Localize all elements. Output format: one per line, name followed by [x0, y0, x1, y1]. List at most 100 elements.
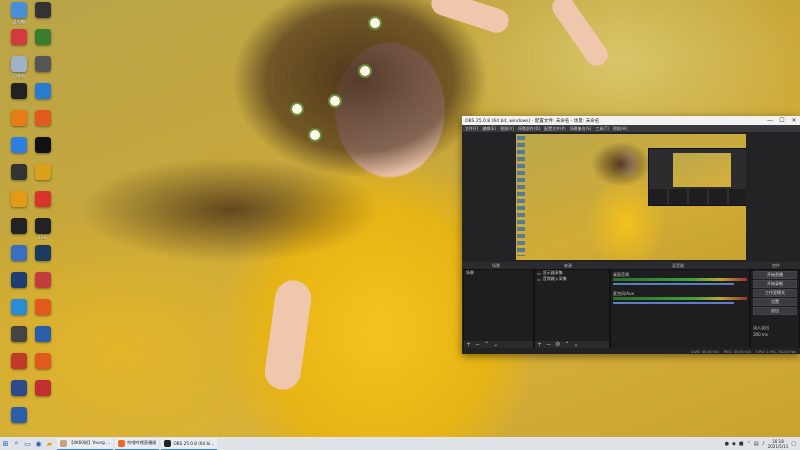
control-button[interactable]: 开始录制 [753, 280, 797, 288]
remove-icon[interactable]: − [546, 341, 551, 348]
desktop-shortcut[interactable] [27, 380, 59, 410]
mixer-list: 桌面音频麦克风/Aux [611, 272, 749, 308]
desktop-shortcut[interactable] [27, 56, 59, 86]
desktop-shortcut[interactable] [27, 137, 59, 167]
tray-app-icon[interactable]: ◆ [732, 441, 736, 447]
obs-titlebar[interactable]: OBS 25.0.8 (64 bit, windows) - 配置文件: 未命名… [462, 116, 800, 125]
desktop-shortcut[interactable] [27, 326, 59, 356]
volume-slider[interactable] [613, 302, 734, 304]
desktop-shortcut[interactable] [27, 83, 59, 113]
volume-meter [613, 297, 747, 300]
task-view-icon[interactable]: ▭ [22, 438, 33, 449]
add-icon[interactable]: + [466, 341, 471, 348]
desktop-shortcut[interactable] [3, 407, 35, 437]
obs-preview-canvas[interactable] [516, 134, 746, 260]
file-explorer-icon[interactable]: ▰ [44, 438, 55, 449]
desktop-shortcut[interactable] [27, 272, 59, 302]
source-item[interactable]: ▭ 音频输入采集 [535, 276, 609, 282]
tray-app-icon[interactable]: ● [725, 441, 729, 447]
obs-statusbar: LIVE: 00:00:00 REC: 00:00:00 CPU: 2.9%, 30… [462, 348, 800, 354]
desktop-shortcut[interactable] [27, 29, 59, 59]
minimize-button[interactable]: — [764, 117, 776, 124]
volume-icon[interactable]: ♪ [762, 441, 765, 447]
transition-duration-row[interactable]: 300 ms [751, 331, 799, 337]
taskbar-app-button[interactable]: 【4K60帧】Young ... [57, 437, 114, 450]
desktop-shortcut[interactable]: EPIC [27, 218, 59, 248]
add-icon[interactable]: + [537, 341, 542, 348]
nested-obs-window [648, 148, 746, 206]
tray-app-icon[interactable]: ■ [739, 441, 744, 447]
desktop-shortcut[interactable] [27, 164, 59, 194]
desktop-shortcut[interactable] [27, 353, 59, 383]
mixer-track: 麦克风/Aux [613, 291, 747, 308]
source-label: 音频输入采集 [542, 276, 567, 281]
close-button[interactable]: ✕ [788, 117, 800, 124]
system-tray: ● ◆ ■ ⌃ ▤ ♪ 16:18 2021/5/11 ▢ [725, 439, 800, 449]
remove-icon[interactable]: − [475, 341, 480, 348]
gear-icon[interactable]: ⚙ [555, 341, 560, 348]
app-icon [11, 353, 27, 369]
control-button[interactable]: 退出 [753, 307, 797, 315]
arrow-up-icon[interactable]: ⌃ [484, 341, 489, 348]
scenes-dock: 场景 + − ⌃ ⌄ [463, 269, 534, 349]
menu-item[interactable]: 场景集合(S) [570, 126, 592, 132]
app-icon [35, 29, 51, 45]
scene-item[interactable]: 场景 [464, 270, 533, 276]
menu-item[interactable]: 文件(F) [465, 126, 478, 132]
taskbar-app-button[interactable]: OBS 25.0.8 (64 bi... [161, 437, 218, 450]
transition-type[interactable]: 淡入淡出 [753, 325, 769, 331]
taskbar-clock[interactable]: 16:18 2021/5/11 [768, 439, 789, 449]
mixer-track-name: 桌面音频 [613, 272, 629, 277]
sources-list: ▭ 显示器采集 ▭ 音频输入采集 [535, 270, 609, 282]
menu-item[interactable]: 视图(V) [500, 126, 514, 132]
nested-obs-preview [673, 153, 731, 187]
arrow-up-icon[interactable]: ⌃ [564, 341, 569, 348]
clock-date: 2021/5/11 [767, 443, 789, 449]
menu-item[interactable]: 帮助(H) [613, 126, 627, 132]
app-icon [35, 380, 51, 396]
desktop-shortcut[interactable] [27, 245, 59, 275]
notification-icon[interactable]: ▢ [791, 441, 796, 447]
volume-meter [613, 278, 747, 281]
taskbar-app-button[interactable]: 哔哩哔哩直播姬 [115, 437, 160, 450]
desktop-shortcut[interactable] [27, 299, 59, 329]
desktop-shortcut[interactable] [27, 2, 59, 32]
arrow-down-icon[interactable]: ⌄ [573, 341, 578, 348]
app-icon [35, 110, 51, 126]
controls-list: 开始直播 开始录制 工作室模式 设置 退出 [751, 271, 799, 315]
transition-duration[interactable]: 300 ms [753, 332, 768, 337]
app-icon [35, 272, 51, 288]
menu-item[interactable]: 工具(T) [595, 126, 609, 132]
control-button[interactable]: 开始直播 [753, 271, 797, 279]
taskbar-apps: 【4K60帧】Young ... 哔哩哔哩直播姬 OBS 25.0.8 (64 bi… [55, 437, 218, 450]
menu-item[interactable]: 配置文件(P) [544, 126, 566, 132]
menu-item[interactable]: 编辑(E) [482, 126, 496, 132]
wallpaper-flower [370, 18, 380, 28]
nested-obs-docks [649, 189, 746, 205]
sources-dock: ▭ 显示器采集 ▭ 音频输入采集 + − ⚙ ⌃ ⌄ [534, 269, 610, 349]
app-icon [35, 353, 51, 369]
obs-window-title: OBS 25.0.8 (64 bit, windows) - 配置文件: 未命名… [465, 118, 600, 124]
control-button[interactable]: 设置 [753, 298, 797, 306]
obs-preview-area [462, 132, 800, 262]
app-icon [11, 83, 27, 99]
preview-desktop-icons [517, 136, 525, 256]
control-button[interactable]: 工作室模式 [753, 289, 797, 297]
taskbar-app-label: OBS 25.0.8 (64 bi... [173, 440, 215, 446]
chevron-up-icon[interactable]: ⌃ [747, 441, 751, 447]
wallpaper-arm [262, 278, 314, 392]
sources-dock-toolbar: + − ⚙ ⌃ ⌄ [535, 341, 609, 348]
arrow-down-icon[interactable]: ⌄ [493, 341, 498, 348]
windows-start-icon[interactable]: ⊞ [0, 438, 11, 449]
obs-window[interactable]: OBS 25.0.8 (64 bit, windows) - 配置文件: 未命名… [462, 116, 800, 354]
maximize-button[interactable]: ☐ [776, 117, 788, 124]
search-icon[interactable]: ⌕ [11, 438, 22, 449]
desktop-shortcut[interactable] [27, 110, 59, 140]
volume-slider[interactable] [613, 283, 734, 285]
desktop-shortcut-label: 此电脑 [13, 19, 25, 24]
desktop-shortcut[interactable] [27, 191, 59, 221]
network-icon[interactable]: ▤ [754, 441, 759, 447]
edge-icon[interactable]: ◉ [33, 438, 44, 449]
menu-item[interactable]: 停靠部件(D) [518, 126, 540, 132]
wallpaper-flower [360, 66, 370, 76]
